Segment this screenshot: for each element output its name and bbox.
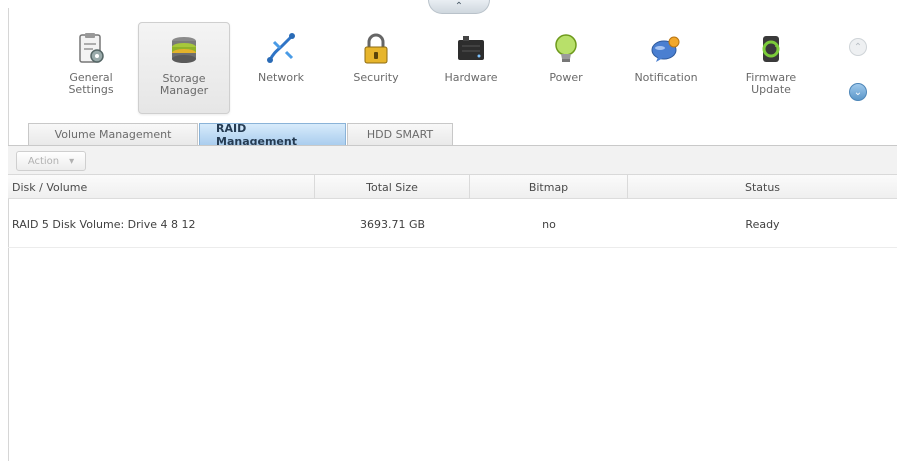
chevron-up-icon: ⌃ (853, 41, 863, 53)
toolbar-item-label: Firmware Update (745, 71, 797, 96)
cell-status: Ready (745, 217, 780, 231)
cell-bitmap: no (542, 217, 556, 231)
caret-down-icon: ▾ (69, 155, 75, 167)
tab-hdd-smart[interactable]: HDD SMART (347, 123, 453, 145)
toolbar-item-hardware[interactable]: Hardware (425, 22, 517, 114)
network-icon (267, 33, 295, 63)
storage-tabs: Volume Management RAID Management HDD SM… (28, 122, 454, 148)
toolbar-item-label: Hardware (444, 71, 498, 84)
toolbar-item-label: Network (258, 71, 304, 84)
toolbar-item-label: Storage Manager (159, 72, 209, 97)
toolbar-item-label: General Settings (68, 71, 114, 96)
cell-total-size: 3693.71 GB (359, 217, 426, 231)
chevron-up-icon: ⌃ (454, 1, 464, 12)
toolbar-item-firmware-update[interactable]: Firmware Update (725, 22, 817, 114)
toolbar-item-label: Power (549, 71, 583, 84)
settings-toolbar: General Settings Storage Manager Network (40, 22, 860, 114)
action-dropdown-button[interactable]: Action ▾ (16, 151, 86, 171)
general-settings-icon (79, 33, 104, 63)
toolbar-item-general-settings[interactable]: General Settings (45, 22, 137, 114)
tab-volume-management[interactable]: Volume Management (28, 123, 198, 145)
column-header-status[interactable]: Status (628, 175, 897, 199)
toolbar-item-network[interactable]: Network (235, 22, 327, 114)
collapse-toolbar-button[interactable]: ⌃ (428, 0, 490, 14)
column-header-bitmap[interactable]: Bitmap (470, 175, 628, 199)
cell-disk-volume: RAID 5 Disk Volume: Drive 4 8 12 (12, 217, 196, 231)
chevron-down-icon: ⌄ (853, 86, 863, 98)
toolbar-item-storage-manager[interactable]: Storage Manager (138, 22, 230, 114)
table-header: Disk / Volume Total Size Bitmap Status (8, 175, 897, 199)
storage-manager-icon (172, 37, 196, 63)
column-header-total-size[interactable]: Total Size (315, 175, 470, 199)
toolbar-item-notification[interactable]: Notification (620, 22, 712, 114)
toolbar-item-label: Notification (634, 71, 698, 84)
toolbar-scroll-down-button[interactable]: ⌄ (849, 83, 867, 101)
notification-icon (651, 36, 680, 62)
toolbar-item-label: Security (353, 71, 399, 84)
security-lock-icon (364, 33, 388, 64)
hardware-icon (458, 36, 484, 60)
table-row[interactable]: RAID 5 Disk Volume: Drive 4 8 12 3693.71… (8, 200, 897, 248)
firmware-update-icon (762, 36, 780, 62)
toolbar-item-security[interactable]: Security (330, 22, 422, 114)
power-bulb-icon (555, 34, 577, 62)
tab-raid-management[interactable]: RAID Management (199, 122, 346, 148)
toolbar-item-power[interactable]: Power (520, 22, 612, 114)
column-header-disk-volume[interactable]: Disk / Volume (8, 175, 315, 199)
toolbar-scroll-up-button[interactable]: ⌃ (849, 38, 867, 56)
action-label: Action (27, 155, 60, 167)
action-bar: Action ▾ (8, 145, 897, 175)
